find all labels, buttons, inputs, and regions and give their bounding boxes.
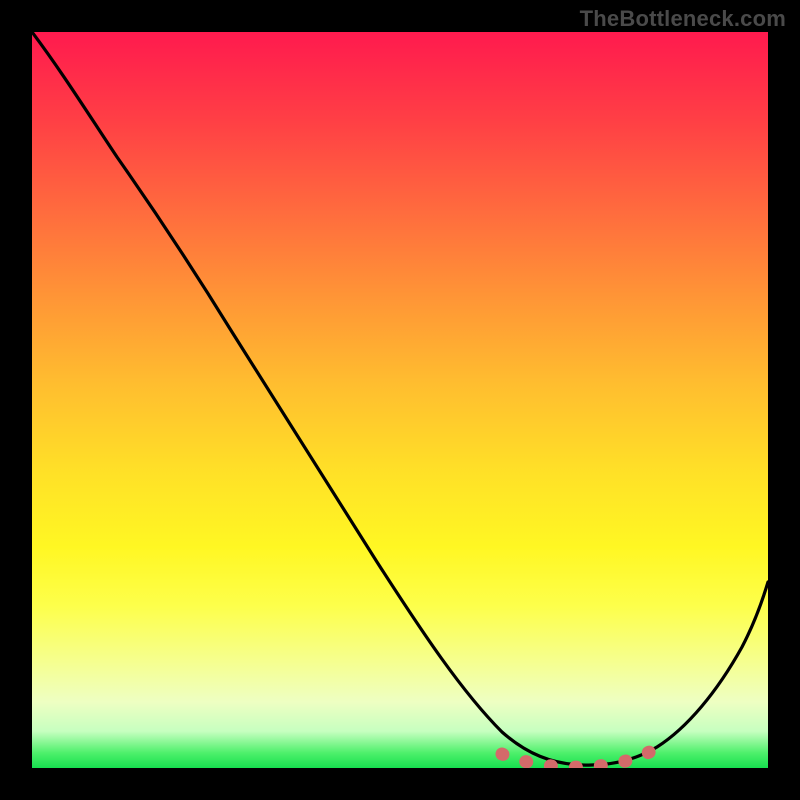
curve-layer [32, 32, 768, 768]
chart-frame: TheBottleneck.com [0, 0, 800, 800]
bottleneck-curve [32, 32, 768, 765]
watermark-text: TheBottleneck.com [580, 6, 786, 32]
plot-area [32, 32, 768, 768]
